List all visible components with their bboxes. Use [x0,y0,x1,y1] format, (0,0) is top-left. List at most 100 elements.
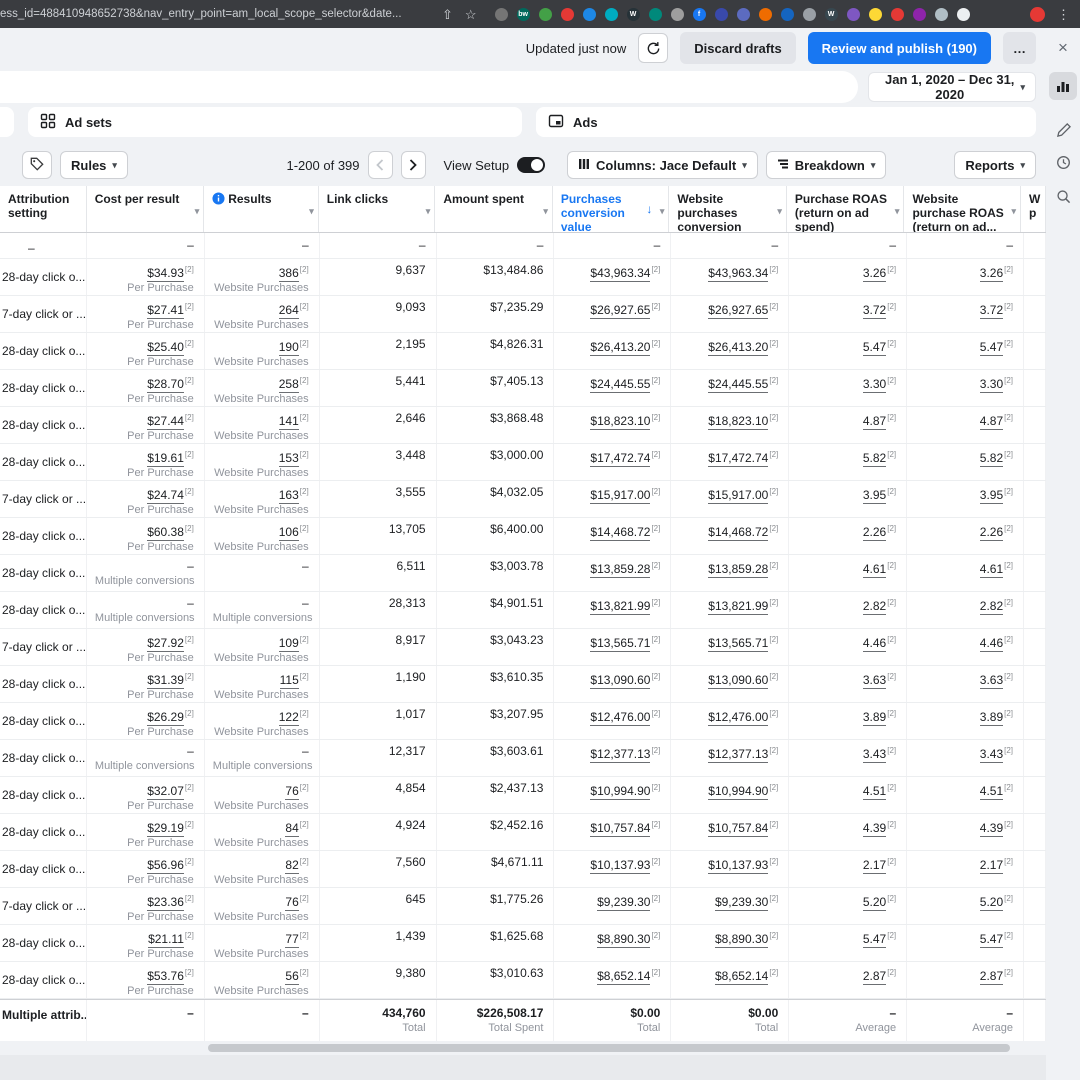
discard-drafts-button[interactable]: Discard drafts [680,32,795,64]
table-row[interactable]: 28-day click o...–Multiple conversions–M… [0,592,1046,629]
browser-avatar[interactable] [1030,7,1045,22]
info-icon[interactable] [212,192,225,208]
column-header-cut[interactable]: W p [1021,186,1046,232]
column-header-amount_spent[interactable]: Amount spent▾ [435,186,553,232]
breakdown-button[interactable]: Breakdown ▾ [766,151,887,179]
table-row[interactable]: 28-day click o...$31.39[2]Per Purchase11… [0,666,1046,703]
sort-caret-icon[interactable]: ▾ [543,204,548,218]
browser-menu-icon[interactable]: ⋮ [1057,8,1070,21]
review-publish-button[interactable]: Review and publish (190) [808,32,991,64]
cell-amount_spent: $7,235.29 [437,296,555,332]
scrollbar-thumb[interactable] [208,1044,1010,1052]
table-row[interactable]: 28-day click o...$26.29[2]Per Purchase12… [0,703,1046,740]
table-row[interactable]: 7-day click or ...$27.92[2]Per Purchase1… [0,629,1046,666]
table-row[interactable]: 28-day click o...$19.61[2]Per Purchase15… [0,444,1046,481]
extension-icon[interactable] [561,8,574,21]
view-setup-toggle[interactable] [517,157,545,173]
cell-purchase_roas: 3.63[2] [789,666,907,702]
extension-icon[interactable] [935,8,948,21]
extension-icon[interactable] [957,8,970,21]
table-row[interactable]: 28-day click o...$28.70[2]Per Purchase25… [0,370,1046,407]
column-header-cost[interactable]: Cost per result▾ [87,186,205,232]
rules-button[interactable]: Rules ▾ [60,151,128,179]
zoom-icon[interactable] [1049,182,1077,210]
reports-button[interactable]: Reports ▾ [954,151,1036,179]
refresh-button[interactable] [638,33,668,63]
table-row[interactable]: 28-day click o...$60.38[2]Per Purchase10… [0,518,1046,555]
charts-icon[interactable] [1049,72,1077,100]
extension-icon[interactable] [583,8,596,21]
extension-icon[interactable] [759,8,772,21]
tab-ad-sets-label: Ad sets [65,115,112,130]
table-row[interactable]: 7-day click or ...$24.74[2]Per Purchase1… [0,481,1046,518]
cell-attribution: 7-day click or ... [0,888,87,924]
tag-button[interactable] [22,151,52,179]
table-row[interactable]: 28-day click o...–Multiple conversions–6… [0,555,1046,592]
sort-caret-icon[interactable]: ▾ [777,204,782,218]
extension-icon[interactable]: W [825,8,838,21]
sort-desc-icon[interactable]: ↓ [646,202,652,216]
extension-icon[interactable] [869,8,882,21]
search-filter-bar[interactable] [0,71,858,103]
sort-caret-icon[interactable]: ▾ [309,204,314,218]
more-options-button[interactable]: … [1003,32,1036,64]
table-row[interactable]: 28-day click o...$29.19[2]Per Purchase84… [0,814,1046,851]
extension-icon[interactable] [913,8,926,21]
extension-icon[interactable] [847,8,860,21]
close-icon[interactable]: × [1053,38,1073,58]
table-footer-row[interactable]: Multiple attrib...––434,760Total$226,508… [0,999,1046,1041]
footnote-marker: [2] [651,672,660,681]
date-range-picker[interactable]: Jan 1, 2020 – Dec 31, 2020 ▾ [868,72,1036,102]
url-text[interactable]: ess_id=488410948652738&nav_entry_point=a… [0,8,436,20]
table-row[interactable]: 28-day click o...$53.76[2]Per Purchase56… [0,962,1046,999]
extension-icon[interactable]: bw [517,8,530,21]
prev-page-button[interactable] [368,151,393,179]
extension-icon[interactable] [781,8,794,21]
next-page-button[interactable] [401,151,426,179]
column-header-purchases_cv[interactable]: Purchases conversion value↓▾ [553,186,670,232]
extension-icon[interactable] [495,8,508,21]
extension-icon[interactable]: W [627,8,640,21]
cell-purchase_roas: 2.26[2] [789,518,907,554]
tab-campaigns-partial[interactable] [0,107,14,137]
table-row[interactable]: 28-day click o...$21.11[2]Per Purchase77… [0,925,1046,962]
history-clock-icon[interactable] [1049,148,1077,176]
table-row[interactable]: 7-day click or ...$23.36[2]Per Purchase7… [0,888,1046,925]
column-header-link_clicks[interactable]: Link clicks▾ [319,186,436,232]
extension-icon[interactable]: f [693,8,706,21]
column-header-purchase_roas[interactable]: Purchase ROAS (return on ad spend)▾ [787,186,905,232]
extension-icon[interactable] [605,8,618,21]
bookmark-star-icon[interactable]: ☆ [465,8,477,21]
table-row[interactable]: 28-day click o...$25.40[2]Per Purchase19… [0,333,1046,370]
horizontal-scrollbar[interactable] [0,1041,1046,1055]
tab-ads[interactable]: Ads [536,107,1036,137]
tab-ad-sets[interactable]: Ad sets [28,107,522,137]
extension-icon[interactable] [891,8,904,21]
edit-pencil-icon[interactable] [1049,116,1077,144]
table-row[interactable]: 28-day click o...$56.96[2]Per Purchase82… [0,851,1046,888]
table-row[interactable]: 28-day click o...$32.07[2]Per Purchase76… [0,777,1046,814]
table-row[interactable]: ––––––––– [0,233,1046,259]
table-row[interactable]: 28-day click o...$27.44[2]Per Purchase14… [0,407,1046,444]
column-header-results[interactable]: Results▾ [204,186,319,232]
sort-caret-icon[interactable]: ▾ [195,204,200,218]
extension-icon[interactable] [671,8,684,21]
table-row[interactable]: 28-day click o...–Multiple conversions–M… [0,740,1046,777]
sort-caret-icon[interactable]: ▾ [660,204,665,218]
sort-caret-icon[interactable]: ▾ [895,204,900,218]
column-header-attribution[interactable]: Attribution setting [0,186,87,232]
column-header-website_purchase_roas[interactable]: Website purchase ROAS (return on ad...▾ [904,186,1021,232]
table-row[interactable]: 28-day click o...$34.93[2]Per Purchase38… [0,259,1046,296]
share-icon[interactable]: ⇧ [442,8,453,21]
extension-icon[interactable] [649,8,662,21]
extension-icon[interactable] [737,8,750,21]
extension-icon[interactable] [715,8,728,21]
extension-icon[interactable] [803,8,816,21]
extension-icon[interactable] [539,8,552,21]
cell-website_purchase_roas: 2.87[2] [907,962,1024,998]
sort-caret-icon[interactable]: ▾ [1011,204,1016,218]
column-header-website_purchases_cv[interactable]: Website purchases conversion value▾ [669,186,787,232]
table-row[interactable]: 7-day click or ...$27.41[2]Per Purchase2… [0,296,1046,333]
columns-button[interactable]: Columns: Jace Default ▾ [567,151,758,179]
sort-caret-icon[interactable]: ▾ [426,204,431,218]
